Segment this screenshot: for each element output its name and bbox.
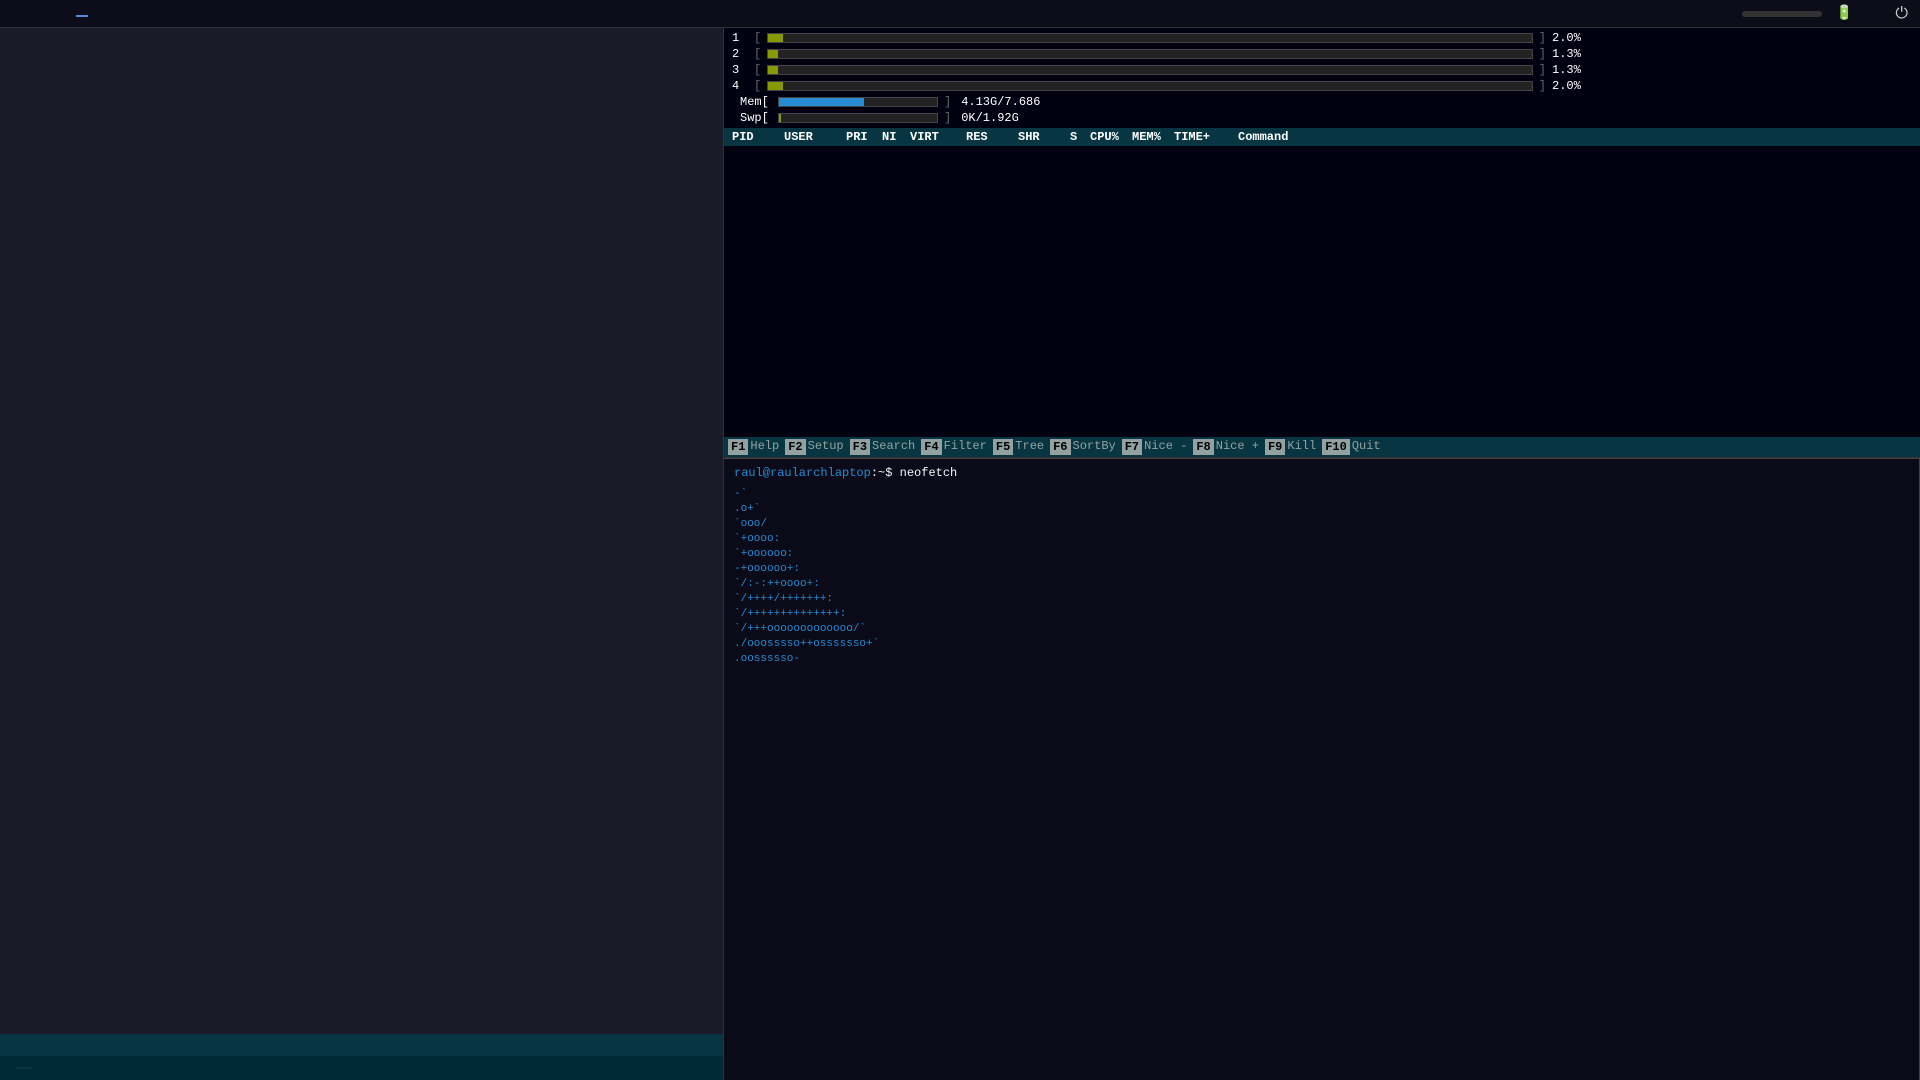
vim-status-bar	[0, 1034, 723, 1056]
fn-f9[interactable]: F9	[1265, 439, 1285, 455]
fn-f7[interactable]: F7	[1122, 439, 1142, 455]
tab-main[interactable]	[12, 12, 24, 16]
htop-process-table[interactable]: PID USER PRI NI VIRT RES SHR S CPU% MEM%…	[724, 128, 1920, 437]
right-pane: 1 [ ] 2.0% 2 [ ]	[724, 28, 1920, 1080]
fn-f2[interactable]: F2	[785, 439, 805, 455]
cpu-bar-1: 1 [ ] 2.0%	[732, 30, 1592, 46]
htop-path	[1387, 439, 1916, 455]
cpu-bar-2: 2 [ ] 1.3%	[732, 46, 1592, 62]
fn-f1[interactable]: F1	[728, 439, 748, 455]
vim-editor-pane[interactable]	[0, 28, 724, 1080]
neofetch-content: raul@raularchlaptop:~$ neofetch -` .o+` …	[724, 459, 1919, 1080]
htop-area[interactable]: 1 [ ] 2.0% 2 [ ]	[724, 28, 1920, 458]
tab-term[interactable]	[76, 11, 88, 17]
battery-icon: 🔋	[1836, 5, 1853, 22]
neofetch-prompt-line: raul@raularchlaptop:~$ neofetch	[734, 465, 1909, 481]
topbar: 🔋 ⏻	[0, 0, 1920, 28]
htop-swap-bar: Swp[ ] 0K/1.92G	[732, 110, 1592, 126]
fn-f10[interactable]: F10	[1322, 439, 1350, 455]
fn-f5[interactable]: F5	[993, 439, 1013, 455]
main-layout: 1 [ ] 2.0% 2 [ ]	[0, 28, 1920, 1080]
htop-function-bar: F1Help F2Setup F3Search F4Filter F5Tree …	[724, 437, 1920, 457]
fn-f4[interactable]: F4	[921, 439, 941, 455]
htop-header: 1 [ ] 2.0% 2 [ ]	[724, 28, 1920, 128]
fn-f8[interactable]: F8	[1193, 439, 1213, 455]
htop-col-headers: PID USER PRI NI VIRT RES SHR S CPU% MEM%…	[724, 128, 1920, 146]
tab-chat[interactable]	[44, 12, 56, 16]
cpu-bar-3: 3 [ ] 1.3%	[732, 62, 1592, 78]
topbar-right: 🔋 ⏻	[1728, 5, 1908, 23]
neofetch-ascii: -` .o+` `ooo/ `+oooo: `+oooooo: -+oooooo…	[734, 487, 954, 667]
htop-cpu-section: 1 [ ] 2.0% 2 [ ]	[732, 30, 1592, 126]
htop-mem-bar: Mem[ ] 4.13G/7.686	[732, 94, 1592, 110]
bottom-terminal-area: raul@raularchlaptop:~$ neofetch -` .o+` …	[724, 458, 1920, 1080]
vim-content	[0, 28, 723, 1034]
fn-f6[interactable]: F6	[1050, 439, 1070, 455]
vol-slider[interactable]	[1742, 11, 1822, 17]
cpu-bar-4: 4 [ ] 2.0%	[732, 78, 1592, 94]
power-button[interactable]: ⏻	[1895, 5, 1908, 23]
vim-mode-indicator	[16, 1067, 32, 1069]
htop-stats-panel	[1592, 30, 1912, 126]
neofetch-terminal[interactable]: raul@raularchlaptop:~$ neofetch -` .o+` …	[724, 459, 1920, 1080]
fn-f3[interactable]: F3	[850, 439, 870, 455]
vim-modeline	[0, 1056, 723, 1080]
neofetch-layout: -` .o+` `ooo/ `+oooo: `+oooooo: -+oooooo…	[734, 487, 1909, 667]
